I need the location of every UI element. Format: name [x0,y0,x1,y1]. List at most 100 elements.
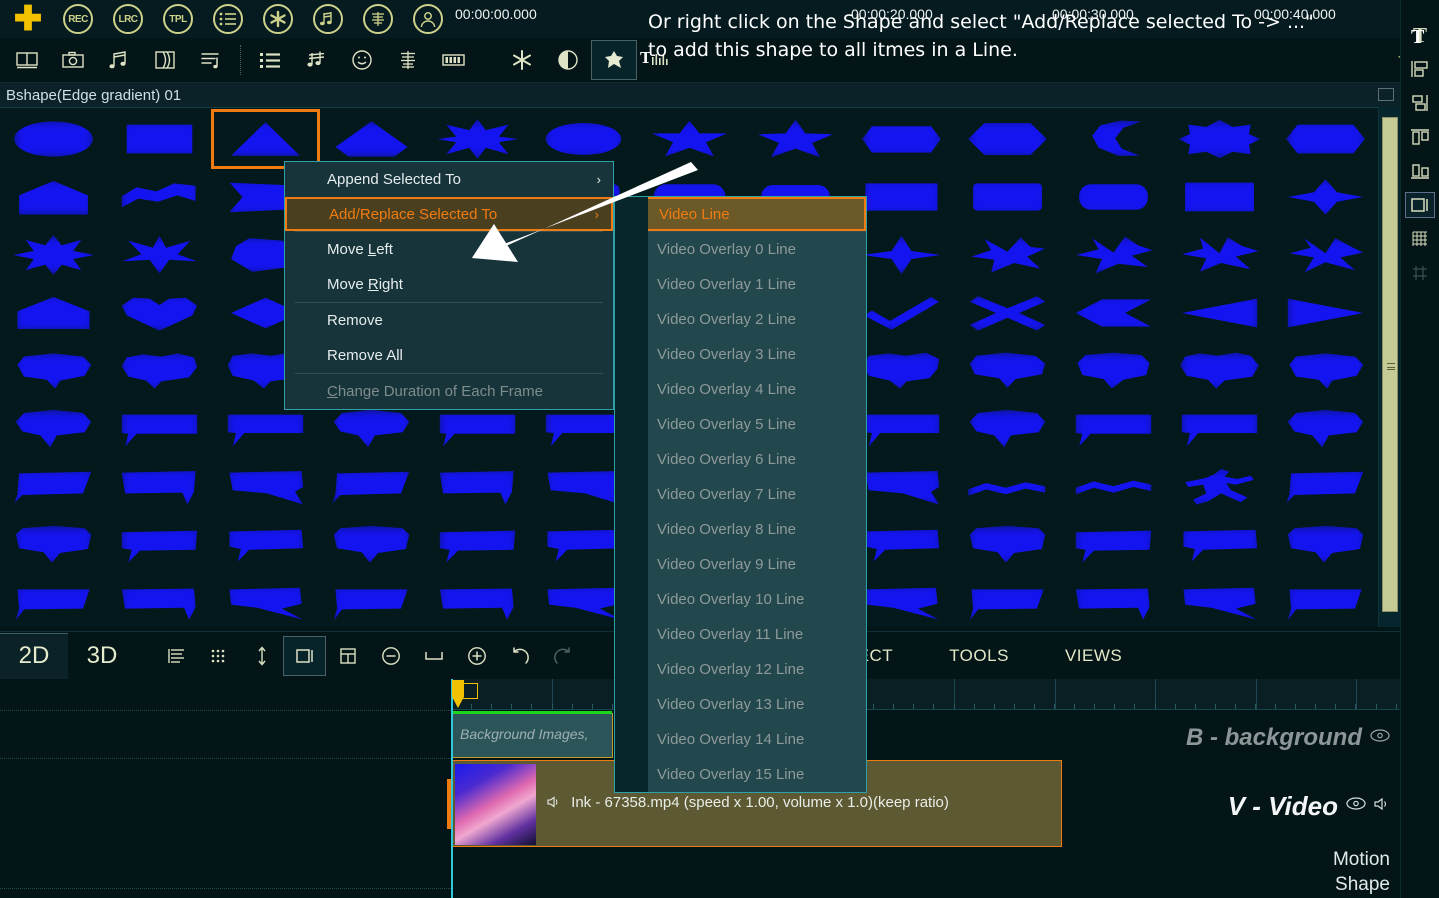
shape-item[interactable] [0,168,107,226]
playhead-marker-box[interactable] [462,683,478,699]
shape-item[interactable] [0,516,107,574]
background-clip[interactable]: Background Images, [451,711,613,758]
shape-item[interactable] [1272,342,1378,400]
shape-item[interactable] [424,458,531,516]
puzzle-shape-icon[interactable] [591,40,637,80]
shape-item[interactable] [1272,284,1378,342]
shape-item[interactable] [106,110,213,168]
shape-item[interactable] [1272,110,1378,168]
lyrics-button[interactable]: LRC [104,1,152,37]
shape-item[interactable] [954,574,1061,627]
shape-item[interactable] [1166,400,1273,458]
shape-item[interactable] [106,168,213,226]
shape-item[interactable] [1166,458,1273,516]
undo-icon[interactable] [498,633,541,679]
filmstrip-icon[interactable] [4,40,50,80]
shape-item[interactable] [1060,110,1167,168]
tab-3d[interactable]: 3D [68,633,136,679]
shape-item[interactable] [530,110,637,168]
user-button[interactable] [404,1,452,37]
align-left-icon[interactable] [1405,56,1435,82]
shape-item[interactable] [1060,458,1167,516]
bullet-list-icon[interactable] [247,40,293,80]
equalizer-bars-icon[interactable] [385,40,431,80]
shape-item[interactable] [424,110,531,168]
menu-tools[interactable]: TOOLS [921,646,1037,666]
shape-item[interactable] [424,516,531,574]
shape-item[interactable] [848,110,955,168]
camera-icon[interactable] [50,40,96,80]
shape-item[interactable] [1060,342,1167,400]
shape-item[interactable] [0,110,107,168]
table-icon[interactable] [326,633,369,679]
shape-item[interactable] [1272,226,1378,284]
snowflake-icon[interactable] [499,40,545,80]
shape-item[interactable] [636,110,743,168]
shape-item[interactable] [1060,574,1167,627]
music-notes-icon[interactable] [96,40,142,80]
shape-item[interactable] [1166,284,1273,342]
music-note-button[interactable] [304,1,352,37]
asterisk-button[interactable] [254,1,302,37]
panel-minimize-box[interactable] [1378,88,1394,101]
shape-item[interactable] [424,574,531,627]
menu-item-remove[interactable]: Remove [285,303,613,338]
shape-item[interactable] [0,342,107,400]
grid-fine-icon[interactable] [1405,226,1435,252]
list-lines-icon[interactable] [154,633,197,679]
frame-select-icon[interactable] [283,635,326,676]
align-top-icon[interactable] [1405,124,1435,150]
frame-icon[interactable] [1405,192,1435,218]
list-button[interactable] [204,1,252,37]
battery-icon[interactable] [431,40,477,80]
shape-item[interactable] [0,226,107,284]
shape-item[interactable] [742,110,849,168]
shape-item[interactable] [1166,110,1273,168]
speaker-icon[interactable] [1374,797,1390,816]
menu-item-remove-all[interactable]: Remove All [285,338,613,373]
sharp-note-icon[interactable] [293,40,339,80]
shape-item[interactable] [1060,168,1167,226]
shape-item[interactable] [1060,400,1167,458]
shape-item[interactable] [106,400,213,458]
zoom-in-icon[interactable] [455,633,498,679]
dot-grid-icon[interactable] [197,633,240,679]
redo-icon[interactable] [541,633,584,679]
shape-item[interactable] [954,400,1061,458]
shape-item[interactable] [212,516,319,574]
shape-item[interactable] [1166,226,1273,284]
shape-item[interactable] [106,226,213,284]
shape-item[interactable] [0,458,107,516]
shape-item[interactable] [954,110,1061,168]
shape-item[interactable] [1272,516,1378,574]
shape-item[interactable] [954,284,1061,342]
shape-item[interactable] [212,574,319,627]
vertical-resize-icon[interactable] [240,633,283,679]
shape-item[interactable] [106,574,213,627]
shape-item[interactable] [106,516,213,574]
shape-item[interactable] [1060,226,1167,284]
smiley-icon[interactable] [339,40,385,80]
submenu-item-video-line[interactable]: Video Line [615,197,866,231]
shape-item[interactable] [0,400,107,458]
shape-item[interactable] [106,458,213,516]
shape-item[interactable] [318,110,425,168]
shape-item[interactable] [1166,516,1273,574]
half-circle-icon[interactable] [545,40,591,80]
fit-width-icon[interactable] [412,633,455,679]
shape-item[interactable] [0,574,107,627]
shape-item[interactable] [318,458,425,516]
shape-item-selected[interactable] [211,109,320,169]
menu-item-add-replace-selected-to[interactable]: Add/Replace Selected To › [285,197,613,231]
shape-item[interactable] [1272,458,1378,516]
eye-icon[interactable] [1346,797,1366,815]
zoom-out-icon[interactable] [369,633,412,679]
playlist-note-icon[interactable] [188,40,234,80]
shape-item[interactable] [1166,342,1273,400]
shape-item[interactable] [1272,400,1378,458]
eye-icon[interactable] [1370,729,1390,747]
shape-item[interactable] [1166,168,1273,226]
shape-item[interactable] [318,574,425,627]
shape-item[interactable] [0,284,107,342]
shape-item[interactable] [954,516,1061,574]
